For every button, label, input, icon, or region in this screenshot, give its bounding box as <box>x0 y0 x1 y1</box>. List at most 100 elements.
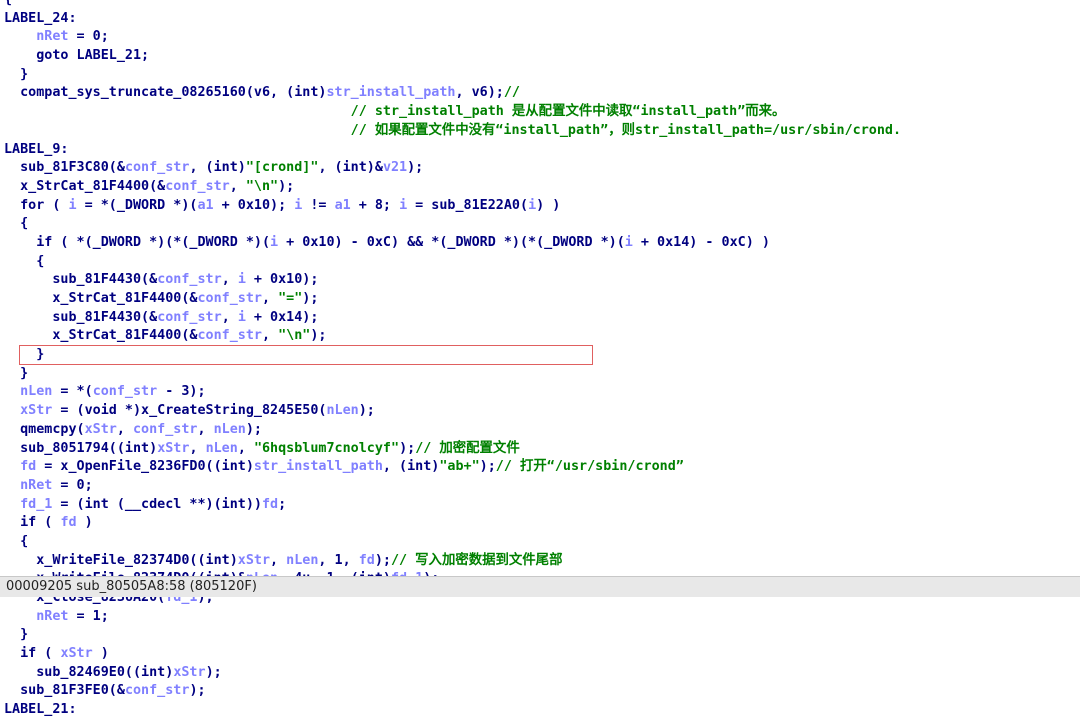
code-line[interactable]: sub_82469E0((int)xStr); <box>4 664 1080 683</box>
code-variable: i <box>528 197 537 213</box>
code-line[interactable]: goto LABEL_21; <box>4 47 1080 66</box>
code-line[interactable]: sub_81F3FE0(&conf_str); <box>4 682 1080 701</box>
code-line[interactable]: compat_sys_truncate_08265160(v6, (int)st… <box>4 84 1080 103</box>
code-variable: i <box>68 197 77 213</box>
code-token: x_StrCat_81F4400(& <box>4 291 198 306</box>
code-line[interactable]: x_StrCat_81F4400(&conf_str, "\n"); <box>4 327 1080 346</box>
status-bar: 00009205 sub_80505A8:58 (805120F) <box>0 576 1080 597</box>
code-token: = 0; <box>68 29 109 45</box>
code-line[interactable]: { <box>4 0 1080 10</box>
code-variable: nRet <box>36 608 69 624</box>
code-token: sub_81F4430(& <box>4 309 158 325</box>
code-token: = sub_81E22A0( <box>407 197 529 213</box>
code-line[interactable]: qmemcpy(xStr, conf_str, nLen); <box>4 421 1080 440</box>
code-variable: nLen <box>20 384 53 400</box>
code-token: , <box>261 328 279 344</box>
code-variable: nLen <box>205 440 238 456</box>
code-variable: conf_str <box>133 421 198 437</box>
code-variable: v21 <box>382 160 408 176</box>
code-line[interactable]: } <box>4 626 1080 645</box>
code-token: , (int)& <box>318 160 383 176</box>
code-variable: xStr <box>157 440 190 456</box>
code-token: sub_81F4430(& <box>4 272 158 288</box>
code-line[interactable]: fd = x_OpenFile_8236FD0((int)str_install… <box>4 458 1080 477</box>
code-line[interactable]: if ( *(_DWORD *)(*(_DWORD *)(i + 0x10) -… <box>4 234 1080 253</box>
code-token: ); <box>278 178 295 194</box>
code-line[interactable]: LABEL_24: <box>4 10 1080 29</box>
code-variable: i <box>237 309 246 325</box>
code-line[interactable]: // 如果配置文件中没有“install_path”，则str_install_… <box>4 122 1080 141</box>
code-string: "\n" <box>245 178 279 194</box>
code-line[interactable]: if ( fd ) <box>4 514 1080 533</box>
code-line[interactable]: sub_81F3C80(&conf_str, (int)"[crond]", (… <box>4 159 1080 178</box>
code-variable: nLen <box>213 421 246 437</box>
code-token: = (void *)x_CreateString_8245E50( <box>52 403 327 419</box>
code-line[interactable]: if ( xStr ) <box>4 645 1080 664</box>
code-token: + 0x10); <box>213 197 295 213</box>
code-variable: nLen <box>286 552 319 568</box>
code-variable: a1 <box>197 197 214 213</box>
code-token: goto LABEL_21; <box>4 48 150 64</box>
code-token: } <box>4 66 29 82</box>
code-token: ); <box>189 683 206 699</box>
code-token: ); <box>310 328 327 344</box>
code-variable: i <box>624 234 633 250</box>
code-line[interactable]: { <box>4 215 1080 234</box>
code-token: } <box>4 365 29 381</box>
code-token: = 1; <box>68 608 109 624</box>
code-line[interactable]: nLen = *(conf_str - 3); <box>4 383 1080 402</box>
code-string: "ab+" <box>439 459 480 475</box>
code-comment: // 如果配置文件中没有“install_path”，则str_install_… <box>4 122 902 138</box>
code-string: "[crond]" <box>245 160 319 176</box>
code-line[interactable]: sub_81F4430(&conf_str, i + 0x10); <box>4 271 1080 290</box>
code-line[interactable]: for ( i = *(_DWORD *)(a1 + 0x10); i != a… <box>4 197 1080 216</box>
code-token: - 3); <box>157 384 206 400</box>
code-line[interactable]: xStr = (void *)x_CreateString_8245E50(nL… <box>4 402 1080 421</box>
code-string: "=" <box>278 291 303 306</box>
code-token: ; <box>278 496 287 512</box>
code-variable: conf_str <box>92 384 158 400</box>
code-token: sub_81F3C80(& <box>4 160 125 176</box>
code-line[interactable]: x_WriteFile_82374D0((int)xStr, nLen, 1, … <box>4 552 1080 571</box>
code-label: LABEL_21: <box>4 702 77 718</box>
code-line[interactable]: nRet = 0; <box>4 28 1080 47</box>
pseudocode-view[interactable]: {LABEL_24: nRet = 0; goto LABEL_21; } co… <box>4 0 1080 717</box>
code-line[interactable]: LABEL_21: <box>4 701 1080 720</box>
code-token: , <box>116 421 133 437</box>
code-line[interactable]: { <box>4 533 1080 552</box>
code-variable: i <box>237 272 246 288</box>
code-comment: // <box>503 85 520 101</box>
code-line[interactable]: fd_1 = (int (__cdecl **)(int))fd; <box>4 496 1080 515</box>
code-token: , <box>229 178 246 194</box>
code-variable: fd <box>358 552 375 568</box>
code-token: = (int (__cdecl **)(int)) <box>52 496 262 512</box>
code-variable: conf_str <box>157 272 222 288</box>
code-token: compat_sys_truncate_08265160(v6, (int) <box>4 85 327 101</box>
code-line[interactable]: x_StrCat_81F4400(&conf_str, "="); <box>4 290 1080 309</box>
code-line[interactable]: // str_install_path 是从配置文件中读取“install_pa… <box>4 103 1080 122</box>
code-string: "\n" <box>278 328 311 344</box>
code-token: { <box>4 253 45 269</box>
code-variable: a1 <box>334 197 351 213</box>
code-comment: // 打开“/usr/sbin/crond” <box>495 459 684 475</box>
code-line[interactable]: } <box>4 346 1080 365</box>
code-token: x_StrCat_81F4400(& <box>4 328 198 344</box>
code-line[interactable]: x_StrCat_81F4400(&conf_str, "\n"); <box>4 178 1080 197</box>
code-token: = x_OpenFile_8236FD0((int) <box>36 459 254 475</box>
code-line[interactable]: { <box>4 253 1080 272</box>
code-variable: xStr <box>60 646 93 662</box>
code-line[interactable]: nRet = 1; <box>4 608 1080 627</box>
code-comment: // 加密配置文件 <box>415 440 520 456</box>
code-token: , v6); <box>455 85 504 101</box>
code-token: ) ) <box>536 197 561 213</box>
code-line[interactable]: } <box>4 365 1080 384</box>
code-line[interactable]: LABEL_9: <box>4 141 1080 160</box>
code-line[interactable]: nRet = 0; <box>4 477 1080 496</box>
code-line[interactable]: sub_8051794((int)xStr, nLen, "6hqsblum7c… <box>4 440 1080 459</box>
code-line[interactable]: } <box>4 66 1080 85</box>
code-variable: fd <box>20 459 37 475</box>
code-line[interactable]: sub_81F4430(&conf_str, i + 0x14); <box>4 309 1080 328</box>
code-label: LABEL_24: <box>4 10 77 26</box>
code-token: ); <box>358 403 375 419</box>
